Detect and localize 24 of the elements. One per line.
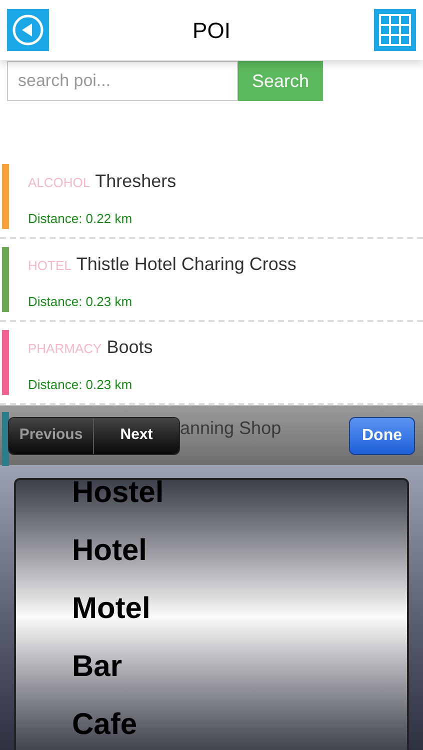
page-title: POI [192,16,230,44]
poi-name: anning Shop [180,417,282,440]
poi-name: Boots [106,336,153,359]
picker-option[interactable]: Hotel [72,522,407,580]
picker-option[interactable]: Cafe [72,696,407,750]
grid-menu-button[interactable] [374,9,416,51]
search-field[interactable]: search poi... [7,61,238,101]
back-icon [11,13,45,47]
distance-text: Distance: 0.22 km [28,210,134,228]
poi-name: Threshers [95,170,176,193]
next-button[interactable]: Next [94,418,179,454]
done-button[interactable]: Done [349,416,415,454]
distance-text: Distance: 0.23 km [28,376,134,394]
distance-text: Distance: 0.23 km [28,293,134,311]
poi-name: Thistle Hotel Charing Cross [76,253,296,276]
previous-button[interactable]: Previous [9,418,94,454]
picker-option[interactable]: Motel [72,580,407,638]
back-button[interactable] [7,9,49,51]
category-label: PHARMACY [28,340,102,358]
category-label: HOTEL [28,257,72,275]
picker-wheel[interactable]: Hostel Hotel Motel Bar Cafe [14,478,409,750]
grid-icon [378,13,412,47]
picker-option[interactable]: Bar [72,638,407,696]
category-label: ALCOHOL [28,174,90,192]
